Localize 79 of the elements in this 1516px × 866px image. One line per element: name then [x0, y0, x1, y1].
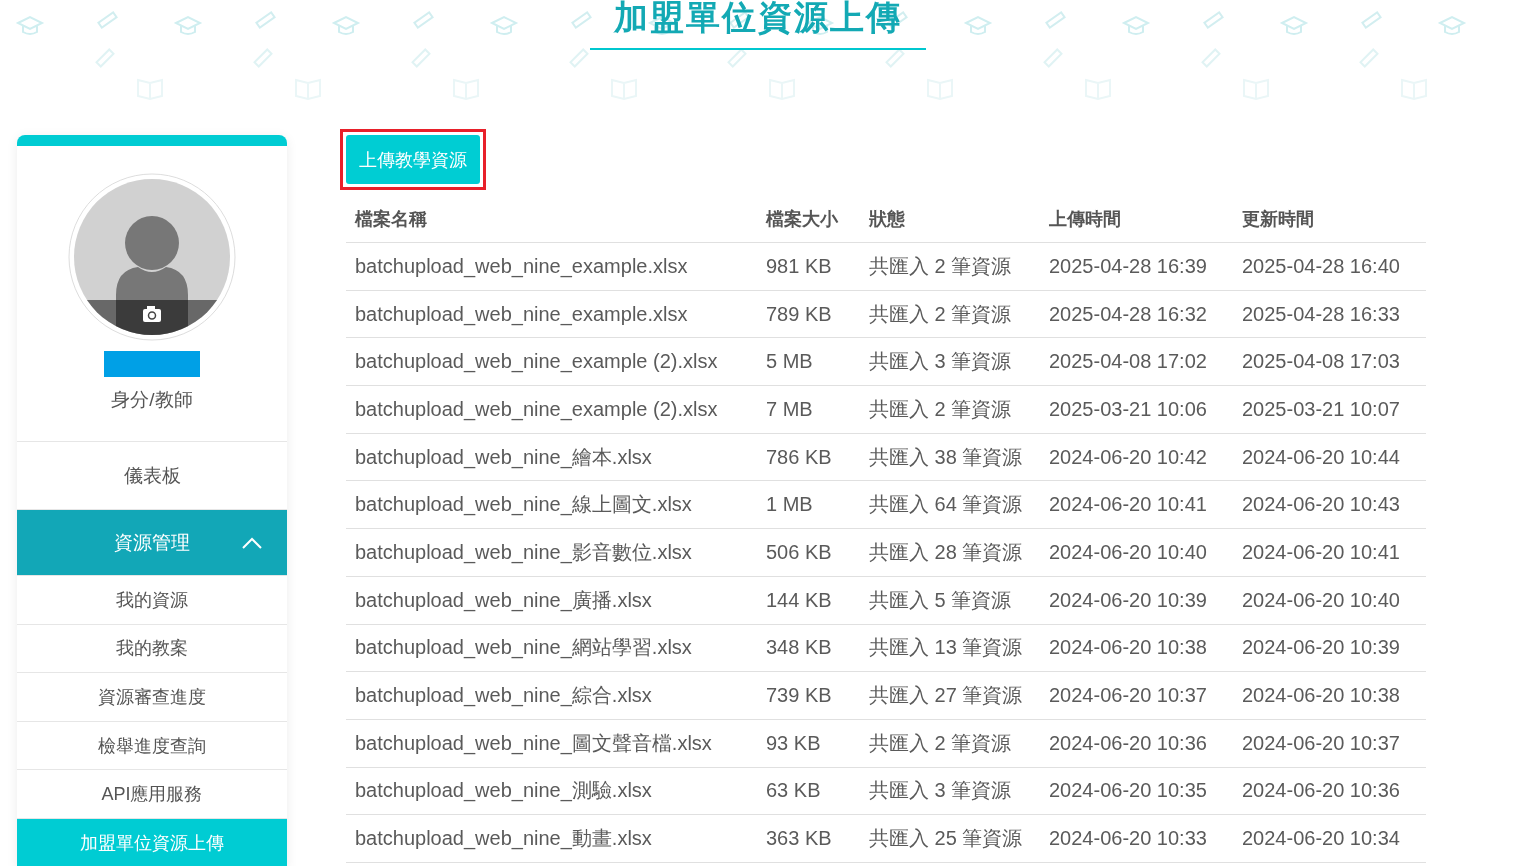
- table-cell: 7 MB: [757, 385, 860, 434]
- table-cell: 共匯入 13 筆資源: [860, 624, 1040, 672]
- table-cell: 2024-06-20 10:37: [1040, 671, 1233, 720]
- table-cell: 2024-06-20 10:40: [1040, 528, 1233, 577]
- table-cell: 共匯入 25 筆資源: [860, 814, 1040, 863]
- table-cell: 2025-04-28 16:32: [1040, 290, 1233, 338]
- table-cell: 2024-06-20 10:38: [1233, 671, 1426, 720]
- page-title: 加盟單位資源上傳: [590, 0, 926, 50]
- column-header[interactable]: 檔案名稱: [346, 196, 757, 243]
- table-cell: 共匯入 64 筆資源: [860, 480, 1040, 529]
- table-cell: 共匯入 28 筆資源: [860, 528, 1040, 577]
- table-cell: 2024-06-20 10:43: [1233, 480, 1426, 529]
- table-cell: 共匯入 27 筆資源: [860, 671, 1040, 720]
- table-cell: 2025-04-28 16:33: [1233, 290, 1426, 338]
- table-cell: 共匯入 38 筆資源: [860, 433, 1040, 481]
- table-cell: batchupload_web_nine_繪本.xlsx: [346, 433, 757, 481]
- avatar-silhouette-drawing[interactable]: [68, 173, 236, 341]
- table-cell: 348 KB: [757, 624, 860, 672]
- table-cell: 739 KB: [757, 671, 860, 720]
- table-cell: 363 KB: [757, 814, 860, 863]
- table-cell: 2025-03-21 10:07: [1233, 385, 1426, 434]
- column-header[interactable]: 檔案大小: [757, 196, 860, 243]
- table-cell: batchupload_web_nine_測驗.xlsx: [346, 767, 757, 815]
- table-cell: batchupload_web_nine_圖文聲音檔.xlsx: [346, 719, 757, 768]
- table-cell: batchupload_web_nine_example.xlsx: [346, 290, 757, 338]
- table-cell: batchupload_web_nine_example (2).xlsx: [346, 337, 757, 386]
- table-cell: 共匯入 2 筆資源: [860, 290, 1040, 338]
- table-cell: 2024-06-20 10:41: [1233, 528, 1426, 577]
- sidebar-subitem[interactable]: 我的教案: [17, 624, 287, 674]
- table-cell: 144 KB: [757, 576, 860, 624]
- table-cell: 2024-06-20 10:33: [1040, 814, 1233, 863]
- sidebar-subitem[interactable]: API應用服務: [17, 770, 287, 819]
- table-cell: 2025-04-28 16:39: [1040, 242, 1233, 291]
- table-cell: 2024-06-20 10:39: [1040, 576, 1233, 624]
- table-cell: 786 KB: [757, 433, 860, 481]
- table-cell: batchupload_web_nine_動畫.xlsx: [346, 814, 757, 863]
- table-cell: 共匯入 2 筆資源: [860, 385, 1040, 434]
- table-cell: 2025-04-08 17:02: [1040, 337, 1233, 386]
- table-cell: 2024-06-20 10:44: [1233, 433, 1426, 481]
- chevron-up-icon: [242, 536, 262, 549]
- table-cell: 2024-06-20 10:37: [1233, 719, 1426, 768]
- table-cell: 5 MB: [757, 337, 860, 386]
- column-header[interactable]: 上傳時間: [1040, 196, 1233, 243]
- table-cell: batchupload_web_nine_影音數位.xlsx: [346, 528, 757, 577]
- user-role: 身分/教師: [111, 388, 193, 412]
- table-cell: 2024-06-20 10:42: [1040, 433, 1233, 481]
- table-cell: 2024-06-20 10:39: [1233, 624, 1426, 672]
- table-cell: 789 KB: [757, 290, 860, 338]
- table-cell: 2024-06-20 10:38: [1040, 624, 1233, 672]
- table-cell: 共匯入 2 筆資源: [860, 719, 1040, 768]
- table-cell: 981 KB: [757, 242, 860, 291]
- sidebar-subitem[interactable]: 檢舉進度查詢: [17, 721, 287, 771]
- table-cell: 1 MB: [757, 480, 860, 529]
- table-cell: batchupload_web_nine_線上圖文.xlsx: [346, 480, 757, 529]
- table-cell: 2025-04-28 16:40: [1233, 242, 1426, 291]
- table-cell: batchupload_web_nine_網站學習.xlsx: [346, 624, 757, 672]
- table-cell: 2024-06-20 10:34: [1233, 814, 1426, 863]
- table-cell: 93 KB: [757, 719, 860, 768]
- table-cell: 2025-04-08 17:03: [1233, 337, 1426, 386]
- table-cell: batchupload_web_nine_綜合.xlsx: [346, 671, 757, 720]
- table-cell: 共匯入 3 筆資源: [860, 767, 1040, 815]
- table-cell: 506 KB: [757, 528, 860, 577]
- table-cell: 2024-06-20 10:35: [1040, 767, 1233, 815]
- table-cell: 63 KB: [757, 767, 860, 815]
- table-cell: 共匯入 3 筆資源: [860, 337, 1040, 386]
- table-cell: 2024-06-20 10:41: [1040, 480, 1233, 529]
- table-cell: 共匯入 2 筆資源: [860, 242, 1040, 291]
- table-cell: 2024-06-20 10:36: [1040, 719, 1233, 768]
- table-cell: 2024-06-20 10:40: [1233, 576, 1426, 624]
- column-header[interactable]: 狀態: [860, 196, 1040, 243]
- table-cell: batchupload_web_nine_example.xlsx: [346, 242, 757, 291]
- table-cell: 共匯入 5 筆資源: [860, 576, 1040, 624]
- table-cell: batchupload_web_nine_廣播.xlsx: [346, 576, 757, 624]
- table-cell: 2024-06-20 10:36: [1233, 767, 1426, 815]
- sidebar-subitem[interactable]: 資源審查進度: [17, 673, 287, 722]
- sidebar-subitem[interactable]: 我的資源: [17, 576, 287, 625]
- table-cell: batchupload_web_nine_example (2).xlsx: [346, 385, 757, 434]
- column-header[interactable]: 更新時間: [1233, 196, 1426, 243]
- table-cell: 2025-03-21 10:06: [1040, 385, 1233, 434]
